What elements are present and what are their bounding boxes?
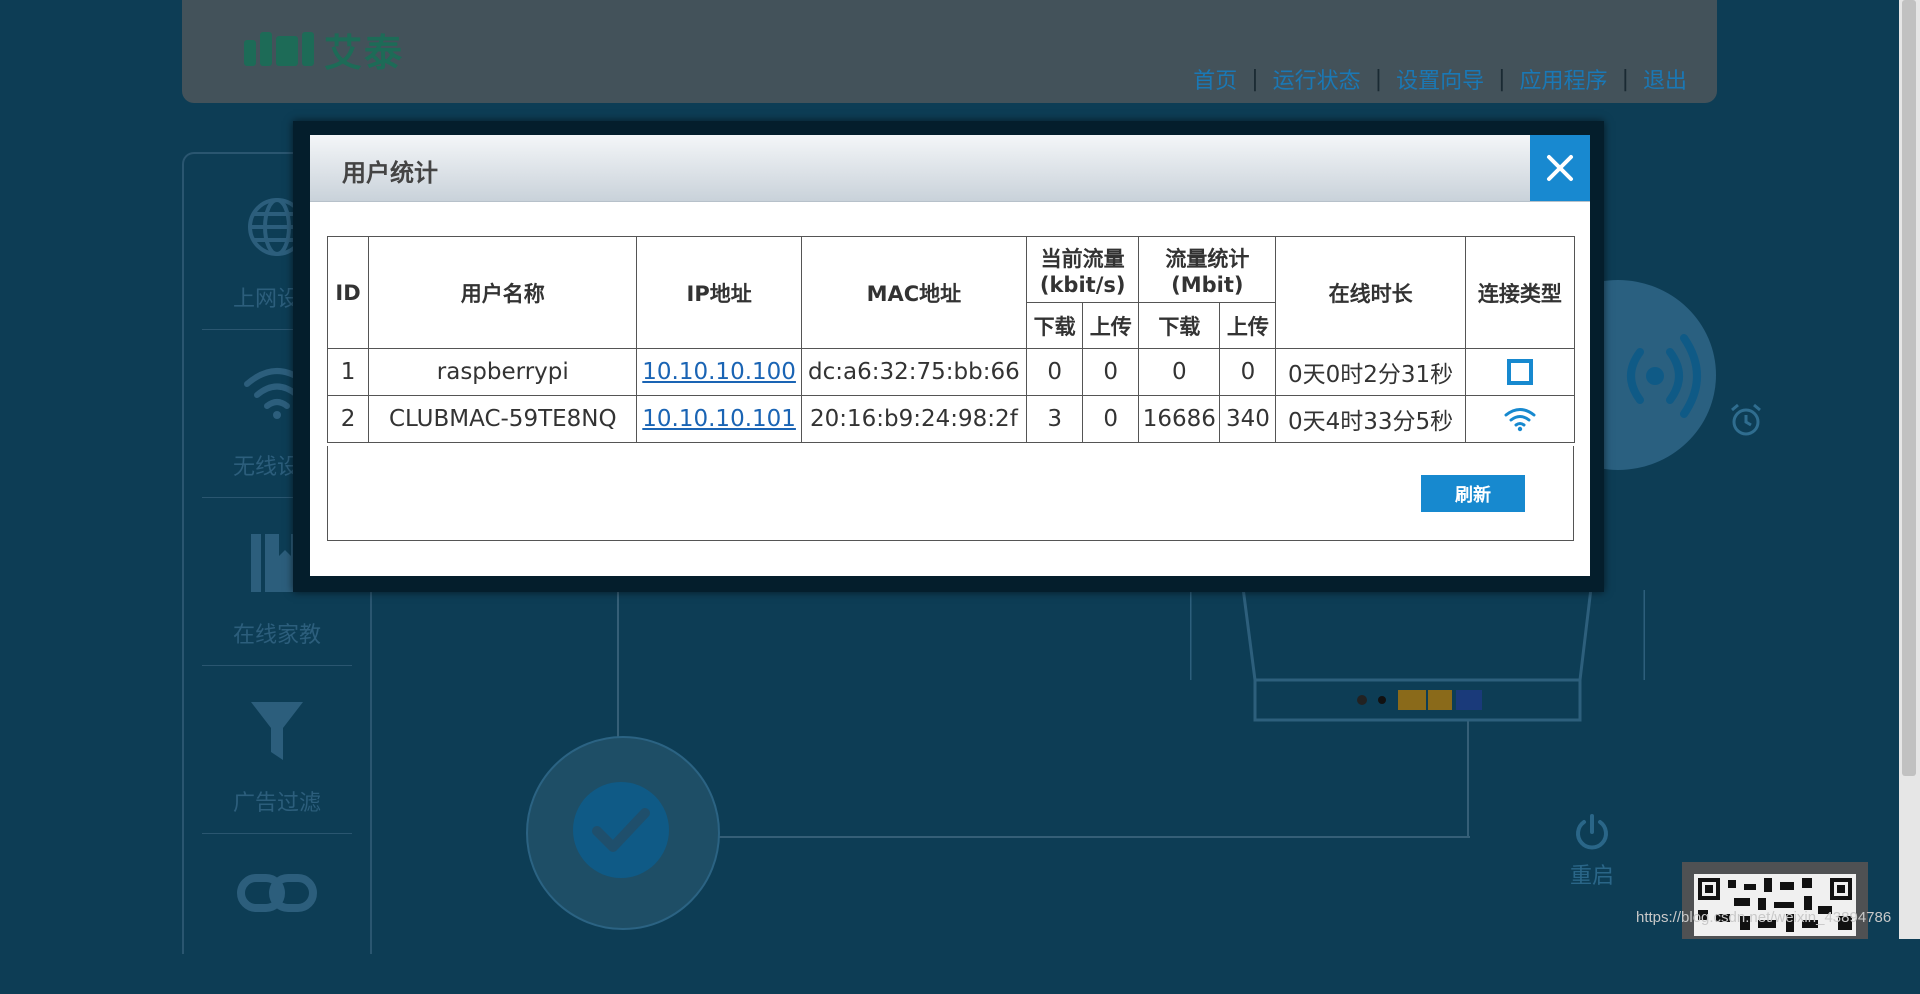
- col-header-traffic-stats: 流量统计 (Mbit): [1138, 236, 1277, 303]
- check-icon: [573, 782, 669, 878]
- nav-logout[interactable]: 退出: [1643, 63, 1687, 95]
- cell-conn-type: [1464, 395, 1576, 443]
- ethernet-icon: [1505, 357, 1535, 387]
- table-row: 2 CLUBMAC-59TE8NQ 10.10.10.101 20:16:b9:…: [326, 395, 1576, 443]
- nav-separator: |: [1621, 66, 1629, 92]
- dialog-title: 用户统计: [342, 159, 438, 187]
- qr-code-icon: [1694, 874, 1856, 936]
- col-header-id: ID: [326, 236, 370, 349]
- cell-stats-upload: 0: [1219, 348, 1277, 396]
- wifi-icon: [1504, 406, 1536, 432]
- col-header-stats-upload: 上传: [1219, 302, 1277, 349]
- reboot-button[interactable]: 重启: [1566, 812, 1618, 890]
- qr-code: [1682, 862, 1868, 939]
- cell-current-download: 0: [1026, 348, 1084, 396]
- user-stats-dialog: 用户统计 ID 用户名称 IP地址 MAC地址 当前流量 (kbit/s) 流量…: [310, 135, 1590, 576]
- cell-current-upload: 0: [1082, 395, 1140, 443]
- funnel-icon: [184, 700, 370, 766]
- signal-icon: [1627, 334, 1701, 418]
- diagram-line: [617, 570, 619, 740]
- col-header-online-time: 在线时长: [1275, 236, 1466, 349]
- current-traffic-unit: (kbit/s): [1039, 272, 1126, 297]
- nav-separator: |: [1251, 66, 1259, 92]
- router-illustration: [1190, 580, 1645, 722]
- traffic-stats-unit: (Mbit): [1171, 272, 1244, 297]
- sidebar-item-adfilter[interactable]: 广告过滤: [184, 658, 370, 826]
- current-traffic-label: 当前流量: [1040, 246, 1125, 271]
- diagram-line: [710, 836, 1470, 838]
- watermark-url: https://blog.csdn.net/weixin_43894786: [1636, 909, 1892, 926]
- col-header-current-upload: 上传: [1082, 302, 1140, 349]
- logo-mark-icon: [244, 32, 314, 66]
- top-nav: 首页 | 运行状态 | 设置向导 | 应用程序 | 退出: [1193, 63, 1687, 95]
- link-icon: [184, 868, 370, 934]
- nav-apps[interactable]: 应用程序: [1520, 63, 1608, 95]
- close-button[interactable]: [1530, 135, 1590, 201]
- cell-conn-type: [1464, 348, 1576, 396]
- close-icon: [1547, 155, 1573, 181]
- nav-separator: |: [1498, 66, 1506, 92]
- cell-id: 1: [326, 348, 370, 396]
- col-header-current-download: 下载: [1026, 302, 1084, 349]
- nav-status[interactable]: 运行状态: [1273, 63, 1361, 95]
- cell-stats-download: 0: [1138, 348, 1221, 396]
- cell-ip: 10.10.10.100: [636, 348, 802, 396]
- cell-online-time: 0天4时33分5秒: [1275, 395, 1466, 443]
- col-header-username: 用户名称: [368, 236, 638, 349]
- traffic-stats-label: 流量统计: [1165, 246, 1250, 271]
- col-header-mac: MAC地址: [800, 236, 1028, 349]
- cell-id: 2: [326, 395, 370, 443]
- page-scrollbar[interactable]: [1899, 0, 1920, 939]
- scrollbar-thumb[interactable]: [1902, 0, 1916, 776]
- sidebar-item-label: 广告过滤: [232, 791, 321, 816]
- top-header: 艾泰 首页 | 运行状态 | 设置向导 | 应用程序 | 退出: [182, 0, 1717, 103]
- table-row: 1 raspberrypi 10.10.10.100 dc:a6:32:75:b…: [326, 348, 1576, 396]
- cell-stats-download: 16686: [1138, 395, 1221, 443]
- cell-mac: dc:a6:32:75:bb:66: [800, 348, 1028, 396]
- cell-current-upload: 0: [1082, 348, 1140, 396]
- power-icon: [1576, 814, 1608, 850]
- nav-separator: |: [1374, 66, 1383, 92]
- dialog-header: 用户统计: [310, 135, 1590, 202]
- col-header-stats-download: 下载: [1138, 302, 1221, 349]
- refresh-button[interactable]: 刷新: [1421, 475, 1525, 512]
- cell-username: raspberrypi: [368, 348, 638, 396]
- ip-link[interactable]: 10.10.10.101: [642, 406, 796, 432]
- sidebar-item-link[interactable]: [184, 826, 370, 994]
- col-header-conn-type: 连接类型: [1464, 236, 1576, 349]
- diagram-line: [1467, 720, 1469, 838]
- logo-text: 艾泰: [324, 30, 405, 75]
- nav-home[interactable]: 首页: [1193, 63, 1237, 95]
- ip-link[interactable]: 10.10.10.100: [642, 359, 796, 385]
- sidebar-item-label: 在线家教: [232, 623, 321, 648]
- cell-mac: 20:16:b9:24:98:2f: [800, 395, 1028, 443]
- cell-online-time: 0天0时2分31秒: [1275, 348, 1466, 396]
- col-header-current-traffic: 当前流量 (kbit/s): [1026, 236, 1140, 303]
- cell-current-download: 3: [1026, 395, 1084, 443]
- cell-username: CLUBMAC-59TE8NQ: [368, 395, 638, 443]
- user-stats-table: ID 用户名称 IP地址 MAC地址 当前流量 (kbit/s) 流量统计 (M…: [326, 236, 1576, 443]
- alarm-clock-icon: [1728, 402, 1764, 442]
- utt-logo: 艾泰: [244, 25, 404, 75]
- nav-wizard[interactable]: 设置向导: [1396, 63, 1484, 95]
- cell-stats-upload: 340: [1219, 395, 1277, 443]
- table-footer: [327, 446, 1574, 541]
- col-header-ip: IP地址: [636, 236, 802, 349]
- reboot-label: 重启: [1569, 864, 1614, 889]
- cell-ip: 10.10.10.101: [636, 395, 802, 443]
